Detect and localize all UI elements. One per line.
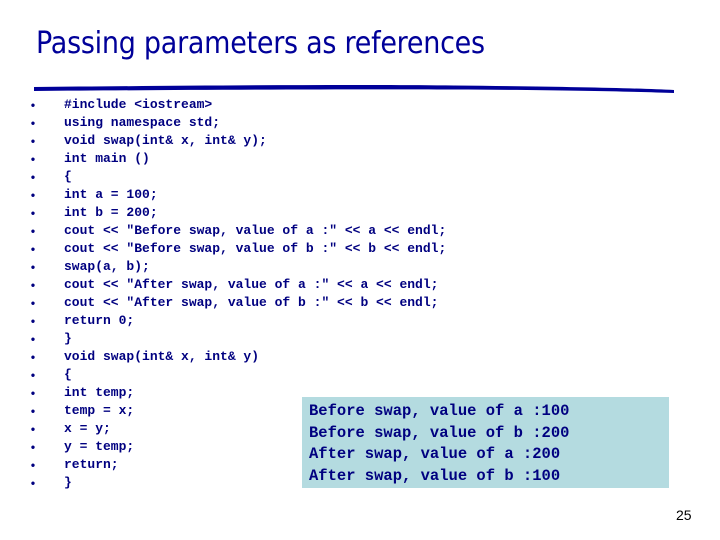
slide: Passing parameters as references • #inclu… — [0, 0, 720, 540]
code-text: int a = 100; — [64, 187, 158, 202]
bullet-icon: • — [30, 476, 36, 490]
slide-title: Passing parameters as references — [36, 26, 485, 61]
program-output-box: Before swap, value of a :100 Before swap,… — [302, 397, 669, 488]
code-text: { — [64, 169, 72, 184]
code-text: } — [64, 331, 72, 346]
code-text: temp = x; — [64, 403, 135, 418]
bullet-icon: • — [30, 278, 36, 292]
output-line: After swap, value of b :100 — [309, 466, 561, 485]
code-text: int main () — [64, 151, 150, 166]
code-text: { — [64, 367, 72, 382]
code-text: return 0; — [64, 313, 135, 328]
output-line: Before swap, value of a :100 — [309, 402, 570, 420]
code-text: return; — [64, 457, 119, 472]
bullet-icon: • — [30, 98, 36, 112]
code-text: x = y; — [64, 421, 111, 436]
code-text: int b = 200; — [64, 205, 158, 220]
code-text: swap(a, b); — [64, 259, 150, 274]
bullet-icon: • — [30, 332, 36, 346]
output-line: Before swap, value of b :200 — [309, 423, 570, 442]
code-text: } — [64, 475, 72, 490]
code-text: void swap(int& x, int& y) — [64, 349, 260, 364]
page-number: 25 — [676, 507, 692, 523]
code-text: cout << "After swap, value of b :" << b … — [64, 295, 439, 310]
bullet-icon: • — [30, 350, 36, 364]
bullet-icon: • — [30, 296, 36, 310]
bullet-icon: • — [30, 206, 36, 220]
code-text: int temp; — [64, 385, 135, 400]
bullet-icon: • — [30, 242, 36, 256]
bullet-icon: • — [30, 404, 36, 418]
code-text: cout << "Before swap, value of b :" << b… — [64, 241, 447, 256]
bullet-icon: • — [30, 188, 36, 202]
output-line: After swap, value of a :200 — [309, 445, 561, 463]
bullet-icon: • — [30, 368, 36, 382]
code-text: cout << "After swap, value of a :" << a … — [64, 277, 439, 292]
bullet-icon: • — [30, 386, 36, 400]
bullet-icon: • — [30, 170, 36, 184]
title-underline — [34, 84, 674, 93]
code-text: y = temp; — [64, 439, 135, 454]
bullet-icon: • — [30, 440, 36, 454]
code-text: using namespace std; — [64, 115, 221, 130]
bullet-icon: • — [30, 152, 36, 166]
bullet-icon: • — [30, 224, 36, 238]
bullet-icon: • — [30, 314, 36, 328]
bullet-icon: • — [30, 458, 36, 472]
bullet-icon: • — [30, 260, 36, 274]
bullet-icon: • — [30, 422, 36, 436]
code-text: void swap(int& x, int& y); — [64, 133, 267, 148]
code-text: cout << "Before swap, value of a :" << a… — [64, 223, 447, 238]
bullet-icon: • — [30, 134, 36, 148]
code-text: #include <iostream> — [64, 97, 213, 112]
bullet-icon: • — [30, 116, 36, 130]
